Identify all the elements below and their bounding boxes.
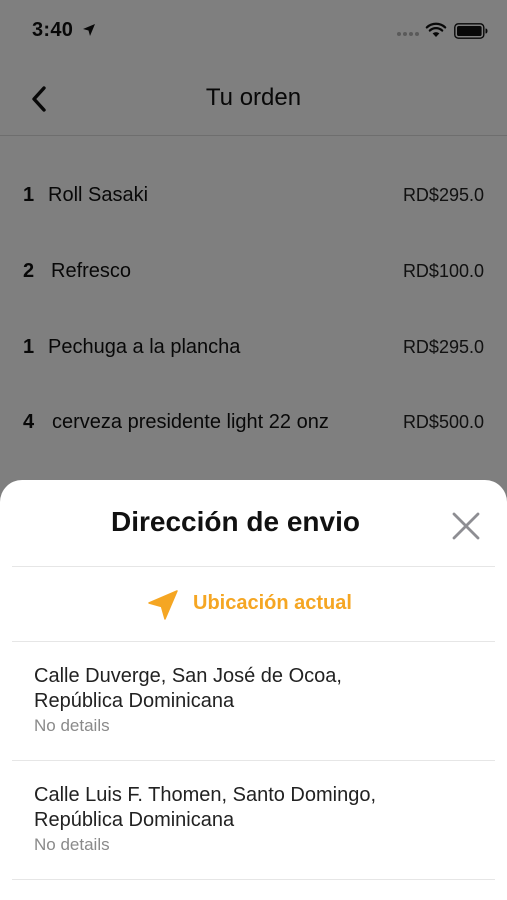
current-location-button[interactable]: Ubicación actual [0,566,507,642]
address-line-1: Calle Luis F. Thomen, Santo Domingo, [34,784,377,806]
close-icon [452,512,480,540]
close-button[interactable] [446,506,486,546]
navigation-arrow-icon [148,590,178,620]
sheet-title: Dirección de envio [111,506,360,537]
address-line-2: República Dominicana [34,809,235,831]
address-details: No details [34,835,110,854]
address-details: No details [34,716,110,735]
current-location-label: Ubicación actual [193,592,352,614]
address-bottom-sheet: Dirección de envio Ubicación actual Call… [0,480,507,900]
divider [12,879,495,880]
address-line-1: Calle Duverge, San José de Ocoa, [34,665,342,687]
address-item[interactable]: Calle Luis F. Thomen, Santo Domingo, Rep… [0,761,507,879]
order-screen: 3:40 Tu orden 1 Roll Sasaki RD$295. [0,0,507,900]
address-line-2: República Dominicana [34,690,235,712]
address-item[interactable]: Calle Duverge, San José de Ocoa, Repúbli… [0,642,507,760]
